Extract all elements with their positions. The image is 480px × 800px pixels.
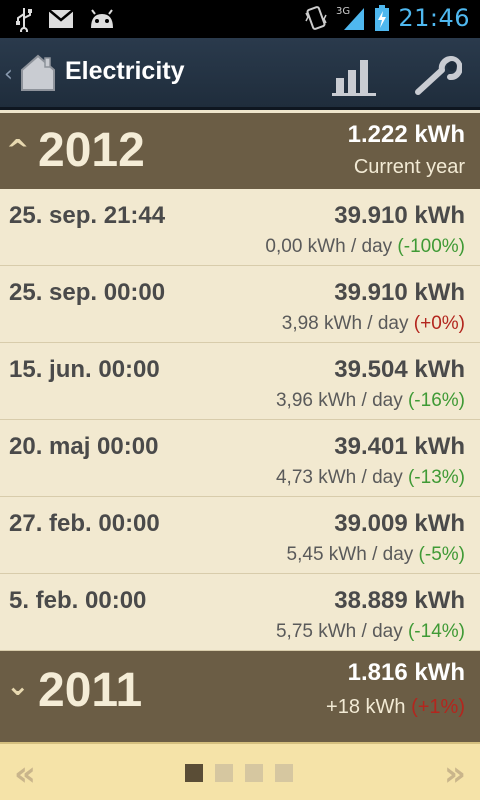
year-total: 1.816 kWh bbox=[347, 659, 465, 686]
reading-value: 39.910 kWh bbox=[334, 202, 465, 229]
reading-value: 39.009 kWh bbox=[334, 510, 465, 537]
daily-rate: 3,98 kWh / day (+0%) bbox=[282, 313, 465, 335]
year-header-2012[interactable]: ^ 2012 1.222 kWh Current year bbox=[0, 113, 480, 191]
reading-date: 15. jun. 00:00 bbox=[9, 356, 160, 383]
vibrate-icon bbox=[305, 6, 327, 30]
home-icon[interactable] bbox=[18, 52, 58, 92]
list-item[interactable]: 27. feb. 00:00 39.009 kWh 5,45 kWh / day… bbox=[0, 497, 480, 574]
rate-text: 5,45 kWh / day bbox=[286, 544, 414, 565]
year-change: (+1%) bbox=[411, 696, 465, 718]
daily-rate: 4,73 kWh / day (-13%) bbox=[276, 467, 465, 489]
page-dot-active[interactable] bbox=[185, 764, 203, 782]
rate-text: 0,00 kWh / day bbox=[265, 236, 393, 257]
status-bar: 3G 21:46 bbox=[0, 0, 480, 38]
pager-bar: « » bbox=[0, 742, 480, 800]
reading-value: 39.504 kWh bbox=[334, 356, 465, 383]
year-subtitle: Current year bbox=[353, 156, 465, 178]
year-label: 2012 bbox=[38, 124, 145, 177]
rate-text: 3,96 kWh / day bbox=[275, 390, 403, 411]
bar-chart-icon[interactable] bbox=[332, 56, 376, 96]
year-total: 1.222 kWh bbox=[347, 121, 465, 148]
daily-rate: 3,96 kWh / day (-16%) bbox=[276, 390, 465, 412]
double-chevron-right-icon[interactable]: » bbox=[444, 754, 466, 794]
rate-text: 3,98 kWh / day bbox=[281, 313, 409, 334]
wrench-icon[interactable] bbox=[412, 54, 462, 98]
year-subtitle: +18 kWh (+1%) bbox=[326, 696, 465, 719]
clock: 21:46 bbox=[398, 4, 470, 32]
rate-change: (-100%) bbox=[397, 236, 465, 257]
list-item[interactable]: 20. maj 00:00 39.401 kWh 4,73 kWh / day … bbox=[0, 420, 480, 497]
gmail-icon bbox=[48, 9, 74, 28]
daily-rate: 5,75 kWh / day (-14%) bbox=[276, 621, 465, 643]
rate-change: (-13%) bbox=[407, 467, 465, 488]
reading-date: 5. feb. 00:00 bbox=[9, 587, 147, 614]
reading-date: 25. sep. 21:44 bbox=[9, 202, 166, 229]
daily-rate: 0,00 kWh / day (-100%) bbox=[265, 236, 465, 258]
android-icon bbox=[91, 9, 113, 28]
page-dot[interactable] bbox=[245, 764, 263, 782]
action-bar: ‹ Electricity bbox=[0, 38, 480, 110]
double-chevron-left-icon[interactable]: « bbox=[14, 754, 36, 794]
reading-date: 20. maj 00:00 bbox=[9, 433, 159, 460]
rate-change: (-14%) bbox=[407, 621, 465, 642]
page-dot[interactable] bbox=[215, 764, 233, 782]
list-item[interactable]: 5. feb. 00:00 38.889 kWh 5,75 kWh / day … bbox=[0, 574, 480, 651]
year-header-2011[interactable]: ⌄ 2011 1.816 kWh +18 kWh (+1%) bbox=[0, 651, 480, 729]
battery-charging-icon bbox=[375, 5, 390, 31]
daily-rate: 5,45 kWh / day (-5%) bbox=[287, 544, 465, 566]
rate-change: (-5%) bbox=[418, 544, 465, 565]
rate-text: 5,75 kWh / day bbox=[275, 621, 403, 642]
reading-date: 27. feb. 00:00 bbox=[9, 510, 160, 537]
page-indicator bbox=[185, 764, 293, 782]
network-type-label: 3G bbox=[336, 6, 350, 17]
chevron-left-icon[interactable]: ‹ bbox=[4, 62, 13, 87]
list-item[interactable]: 25. sep. 00:00 39.910 kWh 3,98 kWh / day… bbox=[0, 266, 480, 343]
chevron-up-icon: ^ bbox=[6, 133, 30, 166]
reading-value: 39.401 kWh bbox=[334, 433, 465, 460]
year-label: 2011 bbox=[38, 664, 143, 717]
usb-icon bbox=[16, 8, 32, 32]
year-diff: +18 kWh bbox=[326, 696, 406, 718]
rate-change: (-16%) bbox=[407, 390, 465, 411]
reading-value: 39.910 kWh bbox=[334, 279, 465, 306]
page-title: Electricity bbox=[65, 57, 185, 85]
list-item[interactable]: 15. jun. 00:00 39.504 kWh 3,96 kWh / day… bbox=[0, 343, 480, 420]
rate-change: (+0%) bbox=[413, 313, 465, 334]
divider bbox=[0, 729, 480, 742]
page-dot[interactable] bbox=[275, 764, 293, 782]
list-item[interactable]: 25. sep. 21:44 39.910 kWh 0,00 kWh / day… bbox=[0, 189, 480, 266]
signal-icon: 3G bbox=[336, 6, 365, 30]
reading-value: 38.889 kWh bbox=[334, 587, 465, 614]
reading-date: 25. sep. 00:00 bbox=[9, 279, 166, 306]
chevron-down-icon: ⌄ bbox=[6, 669, 30, 702]
rate-text: 4,73 kWh / day bbox=[275, 467, 403, 488]
